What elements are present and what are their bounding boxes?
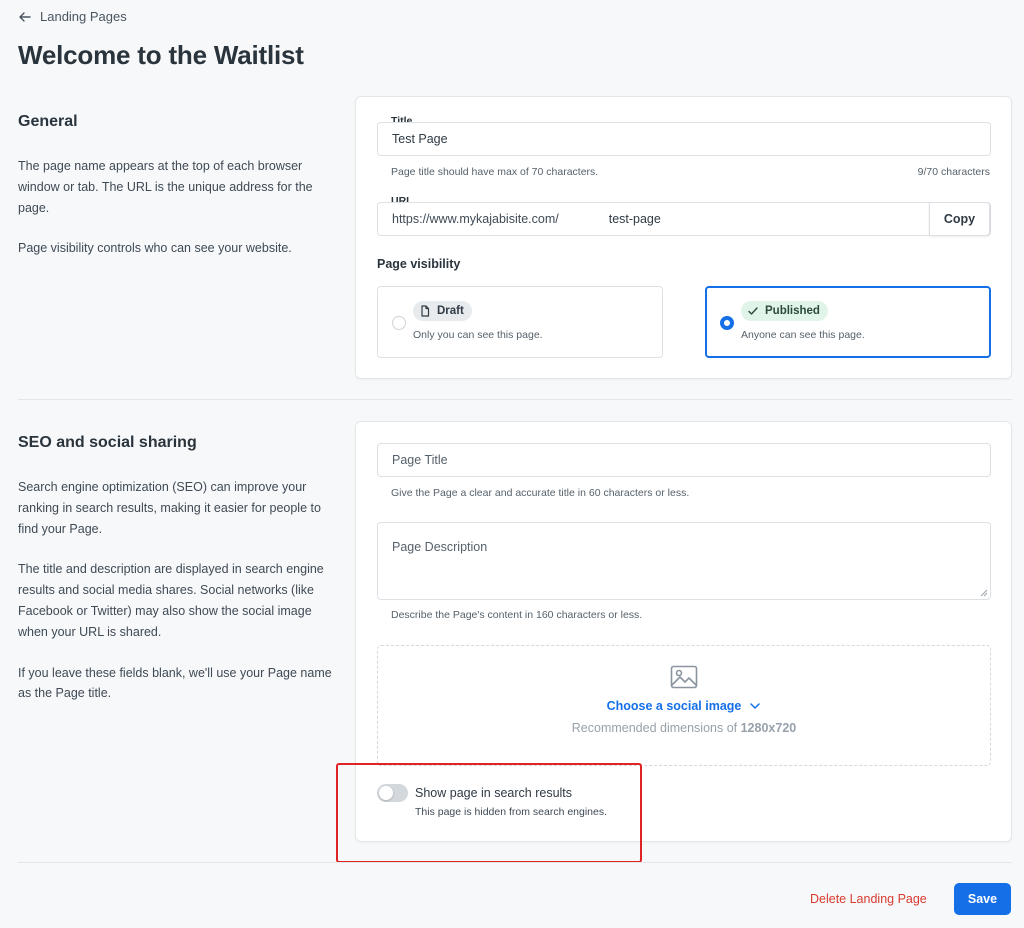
back-link[interactable]: Landing Pages <box>18 9 127 24</box>
seo-page-description-hint: Describe the Page's content in 160 chara… <box>391 609 643 621</box>
recommended-dimensions: Recommended dimensions of 1280x720 <box>378 721 990 735</box>
url-slug-input[interactable]: test-page <box>609 212 661 226</box>
seo-page-title-input[interactable]: Page Title <box>377 443 991 477</box>
arrow-left-icon <box>19 11 31 22</box>
general-heading: General <box>18 113 78 130</box>
seo-desc-1: Search engine optimization (SEO) can imp… <box>18 480 321 536</box>
document-icon <box>421 305 430 317</box>
seo-page-description-input[interactable]: Page Description <box>377 522 991 600</box>
choose-social-image-label: Choose a social image <box>606 699 742 713</box>
general-desc-2: Page visibility controls who can see you… <box>18 241 292 256</box>
title-hint: Page title should have max of 70 charact… <box>391 166 599 178</box>
footer-divider <box>18 862 1012 863</box>
seo-page-description-placeholder: Page Description <box>392 540 488 554</box>
visibility-label: Page visibility <box>377 257 461 271</box>
seo-desc-3: If you leave these fields blank, we'll u… <box>18 665 332 701</box>
recommended-dimensions-prefix: Recommended dimensions of <box>571 721 741 735</box>
seo-page-title-placeholder: Page Title <box>392 453 448 467</box>
draft-badge-label: Draft <box>437 305 464 317</box>
social-image-dropzone[interactable]: Choose a social image Recommended dimens… <box>377 645 991 766</box>
draft-badge: Draft <box>413 301 472 321</box>
published-description: Anyone can see this page. <box>741 329 865 341</box>
title-char-count: 9/70 characters <box>917 166 990 178</box>
copy-url-button[interactable]: Copy <box>929 202 990 236</box>
general-description: The page name appears at the top of each… <box>18 156 338 279</box>
title-input[interactable]: Test Page <box>377 122 991 156</box>
published-radio[interactable] <box>720 316 734 330</box>
url-prefix: https://www.mykajabisite.com/ <box>392 212 559 226</box>
draft-description: Only you can see this page. <box>413 329 543 341</box>
image-icon <box>670 665 698 689</box>
published-badge: Published <box>741 301 828 321</box>
seo-page-title-hint: Give the Page a clear and accurate title… <box>391 487 690 499</box>
chevron-down-icon <box>750 703 761 709</box>
draft-radio[interactable] <box>392 316 406 330</box>
visibility-option-draft[interactable]: Draft Only you can see this page. <box>377 286 663 358</box>
resize-handle-icon[interactable] <box>980 589 988 597</box>
delete-landing-page-link[interactable]: Delete Landing Page <box>810 892 927 906</box>
title-input-value: Test Page <box>392 132 448 146</box>
check-icon <box>748 307 758 315</box>
section-divider <box>18 399 1012 400</box>
recommended-dimensions-value: 1280x720 <box>740 721 797 735</box>
general-card: Title Test Page Page title should have m… <box>355 96 1012 379</box>
published-badge-label: Published <box>765 305 820 317</box>
seo-desc-2: The title and description are displayed … <box>18 562 324 639</box>
url-input[interactable]: https://www.mykajabisite.com/ test-page … <box>377 202 991 236</box>
visibility-option-published[interactable]: Published Anyone can see this page. <box>705 286 991 358</box>
highlight-annotation <box>336 763 642 863</box>
seo-heading: SEO and social sharing <box>18 434 197 451</box>
choose-social-image-button[interactable]: Choose a social image <box>378 699 990 713</box>
save-button[interactable]: Save <box>954 883 1011 915</box>
back-link-label: Landing Pages <box>40 9 127 24</box>
page-title: Welcome to the Waitlist <box>18 40 304 70</box>
seo-description: Search engine optimization (SEO) can imp… <box>18 477 338 724</box>
general-desc-1: The page name appears at the top of each… <box>18 159 313 215</box>
